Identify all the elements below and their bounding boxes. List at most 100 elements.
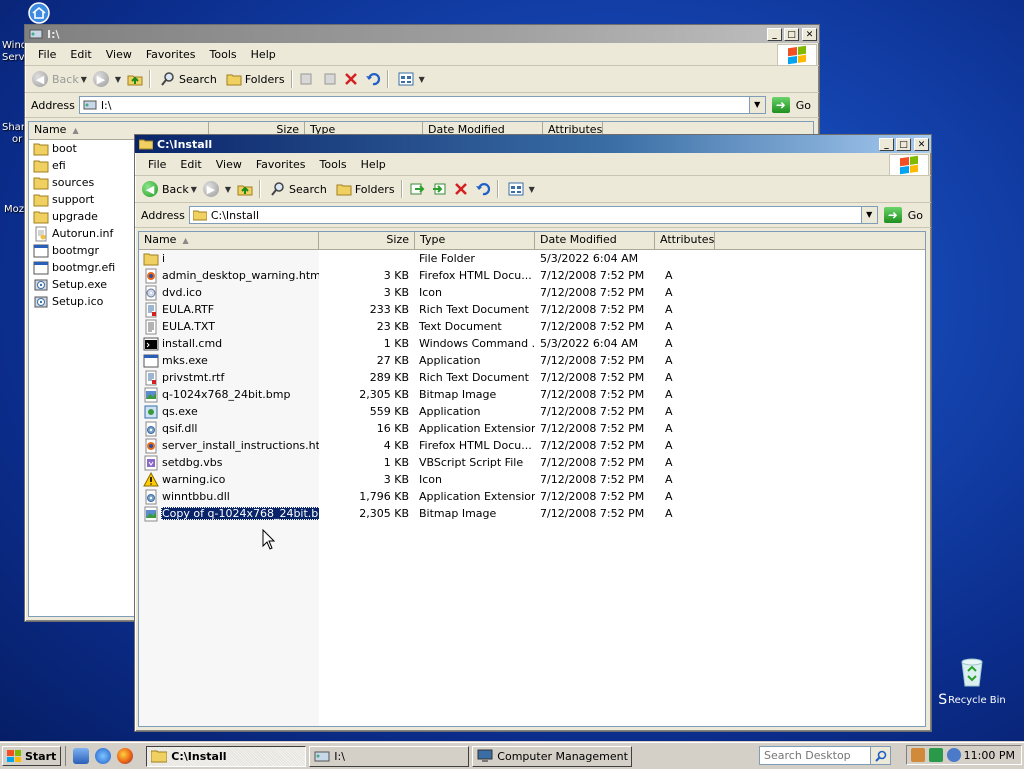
menu-view[interactable]: View	[209, 158, 249, 171]
list-item[interactable]: boot	[29, 140, 78, 157]
dropdown-arrow-icon[interactable]: ▼	[191, 185, 197, 194]
desktop-icon-label[interactable]: Serv	[2, 52, 25, 63]
menu-help[interactable]: Help	[244, 48, 283, 61]
task-button-computer-management[interactable]: Computer Management	[472, 745, 633, 767]
copy-to-icon[interactable]	[431, 181, 447, 197]
menu-view[interactable]: View	[99, 48, 139, 61]
forward-button[interactable]: ▶ ▼	[90, 68, 124, 90]
maximize-button[interactable]: □	[896, 137, 911, 151]
column-header-type[interactable]: Type	[415, 232, 535, 249]
list-item[interactable]: Autorun.inf	[29, 225, 114, 242]
task-button-i-drive[interactable]: I:\	[309, 745, 470, 767]
address-dropdown-icon[interactable]: ▼	[860, 207, 877, 223]
maximize-button[interactable]: □	[784, 27, 799, 41]
file-row[interactable]: qsif.dll 16 KB Application Extension 7/12/2…	[139, 420, 715, 437]
desktop-icon-label[interactable]: Shar	[2, 122, 25, 133]
network-icon[interactable]	[26, 2, 52, 24]
go-button[interactable]: ➜ Go	[883, 207, 923, 223]
file-row[interactable]: q-1024x768_24bit.bmp 2,305 KB Bitmap Image…	[139, 386, 715, 403]
network-tray-icon[interactable]	[911, 748, 925, 762]
list-item[interactable]: support	[29, 191, 95, 208]
list-item[interactable]: efi	[29, 157, 67, 174]
address-dropdown-icon[interactable]: ▼	[748, 97, 765, 113]
file-row[interactable]: warning.ico 3 KB Icon 7/12/2008 7:52 PM A	[139, 471, 715, 488]
recycle-bin[interactable]: S Recycle Bin	[932, 656, 1012, 708]
search-button[interactable]: Search	[264, 178, 330, 200]
file-row[interactable]: Copy of q-1024x768_24bit.bmp 2,305 KB Bitm…	[139, 505, 715, 522]
clock[interactable]: 11:00 PM	[964, 749, 1015, 762]
file-row[interactable]: privstmt.rtf 289 KB Rich Text Document 7/12…	[139, 369, 715, 386]
move-to-icon[interactable]	[409, 181, 425, 197]
titlebar[interactable]: C:\Install _ □ ✕	[135, 135, 931, 153]
address-field[interactable]: I:\ ▼	[78, 96, 766, 114]
file-row[interactable]: admin_desktop_warning.htm 3 KB Firefox HTM…	[139, 267, 715, 284]
search-tray-icon[interactable]	[947, 748, 961, 762]
file-row[interactable]: dvd.ico 3 KB Icon 7/12/2008 7:52 PM A	[139, 284, 715, 301]
up-folder-icon[interactable]	[237, 181, 253, 197]
file-row[interactable]: mks.exe 27 KB Application 7/12/2008 7:52 PM…	[139, 352, 715, 369]
menu-edit[interactable]: Edit	[173, 158, 208, 171]
search-desktop-input[interactable]	[760, 748, 870, 763]
column-header-name[interactable]: Name ▲	[139, 232, 319, 249]
list-item[interactable]: bootmgr.efi	[29, 259, 116, 276]
minimize-button[interactable]: _	[879, 137, 894, 151]
file-list[interactable]: Name ▲ Size Type Date Modified Attributes…	[138, 231, 926, 727]
titlebar[interactable]: I:\ _ □ ✕	[25, 25, 819, 43]
forward-button[interactable]: ▶ ▼	[200, 178, 234, 200]
internet-explorer-icon[interactable]	[95, 748, 112, 764]
file-row[interactable]: setdbg.vbs 1 KB VBScript Script File 7/12/2…	[139, 454, 715, 471]
close-button[interactable]: ✕	[914, 137, 929, 151]
menu-tools[interactable]: Tools	[313, 158, 354, 171]
column-header-date[interactable]: Date Modified	[535, 232, 655, 249]
start-button[interactable]: Start	[2, 746, 62, 766]
copy-to-icon[interactable]	[321, 71, 337, 87]
back-button[interactable]: ◀ Back ▼	[139, 178, 200, 200]
undo-icon[interactable]	[365, 71, 381, 87]
undo-icon[interactable]	[475, 181, 491, 197]
menu-tools[interactable]: Tools	[203, 48, 244, 61]
go-button[interactable]: ➜ Go	[771, 97, 811, 113]
file-row[interactable]: qs.exe 559 KB Application 7/12/2008 7:52 PM…	[139, 403, 715, 420]
folders-button[interactable]: Folders	[330, 178, 398, 200]
list-item[interactable]: Setup.exe	[29, 276, 108, 293]
folders-button[interactable]: Folders	[220, 68, 288, 90]
desktop-icon-label[interactable]: Moz	[4, 204, 24, 215]
list-item[interactable]: bootmgr	[29, 242, 100, 259]
search-button[interactable]	[870, 747, 890, 764]
column-header-size[interactable]: Size	[319, 232, 415, 249]
list-item[interactable]: upgrade	[29, 208, 99, 225]
menu-help[interactable]: Help	[354, 158, 393, 171]
delete-icon[interactable]	[343, 71, 359, 87]
task-button-install[interactable]: C:\Install	[146, 745, 307, 767]
menu-file[interactable]: File	[141, 158, 173, 171]
menu-edit[interactable]: Edit	[63, 48, 98, 61]
list-item[interactable]: sources	[29, 174, 95, 191]
firefox-icon[interactable]	[117, 748, 134, 764]
up-folder-icon[interactable]	[127, 71, 143, 87]
move-to-icon[interactable]	[299, 71, 315, 87]
menu-favorites[interactable]: Favorites	[139, 48, 203, 61]
delete-icon[interactable]	[453, 181, 469, 197]
file-row[interactable]: install.cmd 1 KB Windows Command ... 5/3/20…	[139, 335, 715, 352]
list-item[interactable]: Setup.ico	[29, 293, 104, 310]
security-tray-icon[interactable]	[929, 748, 943, 762]
views-button[interactable]: ▼	[392, 68, 428, 90]
file-row[interactable]: winntbbu.dll 1,796 KB Application Extensio…	[139, 488, 715, 505]
dropdown-arrow-icon[interactable]: ▼	[81, 75, 87, 84]
file-row[interactable]: i File Folder 5/3/2022 6:04 AM	[139, 250, 715, 267]
menu-file[interactable]: File	[31, 48, 63, 61]
address-field[interactable]: C:\Install ▼	[188, 206, 878, 224]
minimize-button[interactable]: _	[767, 27, 782, 41]
menu-favorites[interactable]: Favorites	[249, 158, 313, 171]
dropdown-arrow-icon[interactable]: ▼	[115, 75, 121, 84]
file-row[interactable]: EULA.TXT 23 KB Text Document 7/12/2008 7:52…	[139, 318, 715, 335]
explorer-window-install[interactable]: C:\Install _ □ ✕ File Edit View Favorite…	[134, 134, 932, 732]
file-row[interactable]: server_install_instructions.htm 4 KB Firef…	[139, 437, 715, 454]
file-row[interactable]: EULA.RTF 233 KB Rich Text Document 7/12/200…	[139, 301, 715, 318]
close-button[interactable]: ✕	[802, 27, 817, 41]
show-desktop-icon[interactable]	[73, 748, 90, 764]
column-header-attributes[interactable]: Attributes	[655, 232, 715, 249]
desktop-icon-label[interactable]: or	[12, 134, 22, 145]
search-button[interactable]: Search	[154, 68, 220, 90]
back-button[interactable]: ◀ Back ▼	[29, 68, 90, 90]
